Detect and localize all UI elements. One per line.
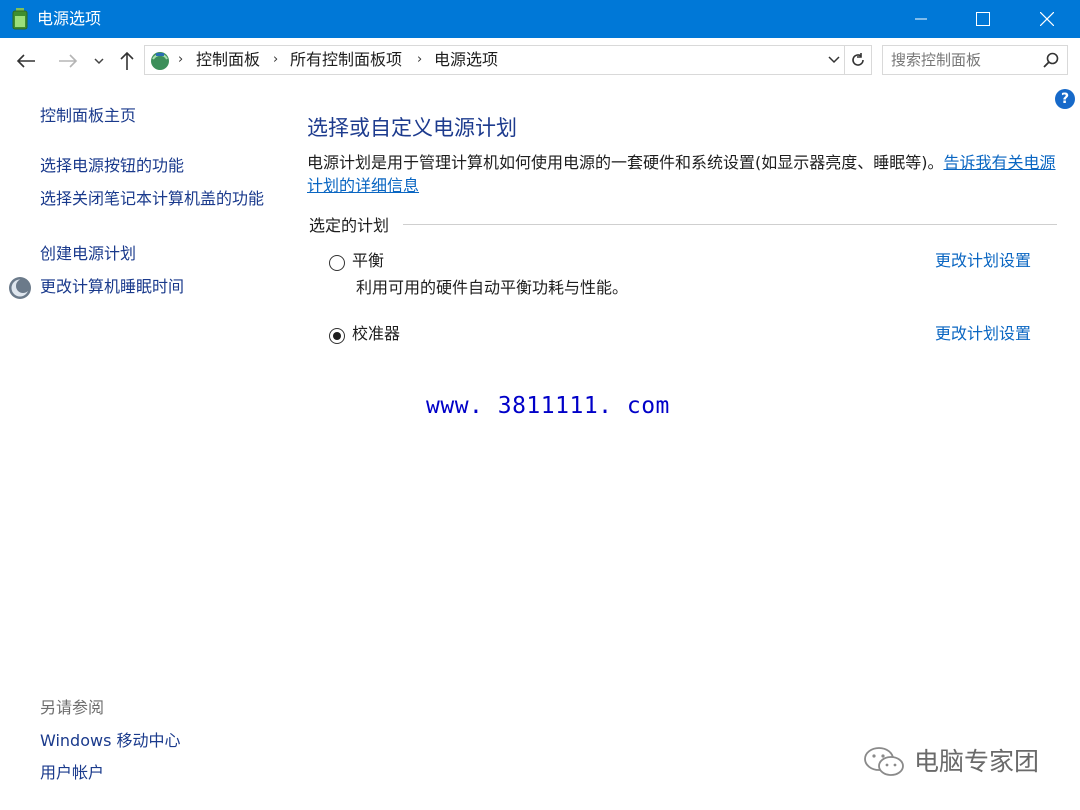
title-bar: 电源选项	[0, 0, 1080, 38]
description-text: 电源计划是用于管理计算机如何使用电源的一套硬件和系统设置(如显示器亮度、睡眠等)…	[307, 153, 944, 172]
sidebar-item-power-buttons[interactable]: 选择电源按钮的功能	[40, 155, 184, 177]
arrow-left-icon	[16, 54, 35, 68]
up-button[interactable]	[114, 48, 140, 74]
minimize-button[interactable]	[888, 0, 954, 38]
search-box[interactable]	[882, 45, 1068, 75]
sidebar-item-sleep-time[interactable]: 更改计算机睡眠时间	[40, 276, 184, 298]
battery-icon	[12, 8, 28, 30]
arrow-right-icon	[59, 54, 78, 68]
plan-balanced-description: 利用可用的硬件自动平衡功耗与性能。	[356, 278, 629, 297]
window-title: 电源选项	[37, 9, 102, 28]
breadcrumb-power-options[interactable]: 电源选项	[434, 46, 498, 74]
refresh-button[interactable]	[844, 46, 871, 74]
sidebar-item-lid-close[interactable]: 选择关闭笔记本计算机盖的功能	[40, 188, 265, 210]
sidebar-item-create-plan[interactable]: 创建电源计划	[40, 243, 136, 265]
refresh-icon	[852, 53, 864, 66]
maximize-button[interactable]	[950, 0, 1016, 38]
breadcrumb-all-items[interactable]: 所有控制面板项	[290, 46, 402, 74]
help-icon[interactable]: ?	[1055, 89, 1075, 109]
wechat-icon	[864, 747, 904, 776]
search-icon[interactable]	[1043, 52, 1059, 68]
chevron-down-icon	[828, 56, 840, 64]
address-dropdown-button[interactable]	[825, 46, 843, 74]
sleep-moon-icon	[9, 277, 31, 299]
see-also-mobility-center[interactable]: Windows 移动中心	[40, 730, 181, 752]
breadcrumb-control-panel[interactable]: 控制面板	[196, 46, 260, 74]
chevron-down-icon	[94, 58, 104, 65]
section-divider	[403, 224, 1057, 225]
recent-locations-button[interactable]	[86, 48, 112, 74]
see-also-user-accounts[interactable]: 用户帐户	[40, 762, 104, 784]
plan-calibrator-change-settings[interactable]: 更改计划设置	[935, 323, 1031, 345]
search-input[interactable]	[891, 49, 1031, 71]
sidebar-item-home[interactable]: 控制面板主页	[40, 105, 136, 127]
chevron-right-icon: ›	[273, 52, 279, 67]
radio-selected-dot	[333, 332, 341, 340]
plan-calibrator-radio[interactable]	[329, 328, 345, 344]
brand-watermark: 电脑专家团	[914, 747, 1040, 776]
page-description: 电源计划是用于管理计算机如何使用电源的一套硬件和系统设置(如显示器亮度、睡眠等)…	[307, 151, 1067, 197]
forward-button[interactable]	[55, 48, 81, 74]
close-button[interactable]	[1014, 0, 1080, 38]
chevron-right-icon: ›	[178, 52, 184, 67]
maximize-icon	[976, 12, 990, 26]
plan-balanced-name[interactable]: 平衡	[352, 250, 384, 272]
back-button[interactable]	[13, 48, 39, 74]
plan-calibrator-name[interactable]: 校准器	[352, 323, 400, 345]
section-label: 选定的计划	[309, 216, 390, 235]
url-watermark: www. 3811111. com	[426, 393, 670, 419]
plan-balanced-change-settings[interactable]: 更改计划设置	[935, 250, 1031, 272]
see-also-heading: 另请参阅	[40, 698, 105, 717]
chevron-right-icon: ›	[417, 52, 423, 67]
close-icon	[1040, 12, 1054, 26]
address-bar[interactable]: › 控制面板 › 所有控制面板项 › 电源选项	[144, 45, 872, 75]
page-title: 选择或自定义电源计划	[307, 116, 517, 140]
arrow-up-icon	[120, 51, 134, 70]
control-panel-icon	[151, 52, 169, 70]
minimize-icon	[915, 18, 927, 20]
plan-balanced-radio[interactable]	[329, 255, 345, 271]
